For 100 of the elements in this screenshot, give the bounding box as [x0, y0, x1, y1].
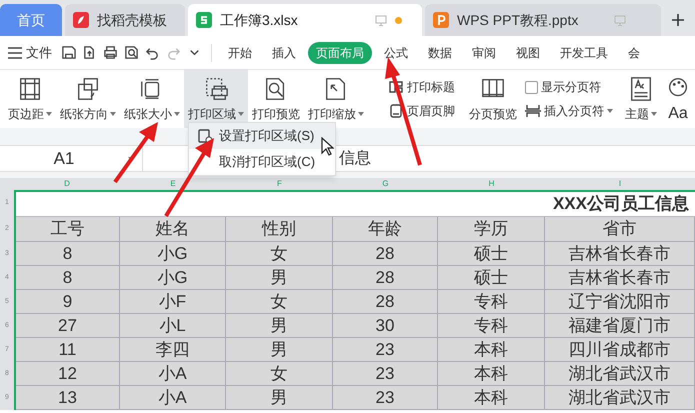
table-cell: 女 [226, 242, 333, 265]
caret-icon [358, 112, 364, 116]
table-cell: 吉林省长春市 [545, 242, 695, 265]
table-cell: 11 [16, 338, 120, 361]
table-cell: 男 [226, 266, 333, 289]
presentation-icon [433, 12, 449, 28]
menu-tab[interactable]: 开始 [220, 42, 260, 64]
monitor-icon [375, 14, 387, 26]
table-cell: 23 [333, 362, 438, 385]
print-preview-icon[interactable] [124, 45, 139, 60]
table-cell: 小A [120, 386, 226, 409]
ribbon-button[interactable]: 页眉页脚 [388, 102, 455, 120]
table-cell: 27 [16, 314, 120, 337]
column-heading: 姓名 [120, 217, 226, 241]
table-cell: 湖北省武汉市 [545, 362, 695, 385]
table-cell: 小L [120, 314, 226, 337]
table-cell: 本科 [438, 338, 545, 361]
table-cell: 8 [16, 266, 120, 289]
page-break-icon [525, 103, 541, 119]
table-cell: 12 [16, 362, 120, 385]
caret-icon [174, 112, 180, 116]
column-heading: 年龄 [333, 217, 438, 241]
spreadsheet-icon [196, 12, 212, 28]
table-cell: 23 [333, 338, 438, 361]
table-cell: 福建省厦门市 [545, 314, 695, 337]
caret-icon [46, 112, 52, 116]
ribbon-button[interactable]: 纸张大小 [120, 70, 184, 128]
file-menu[interactable]: 文件 [8, 42, 52, 62]
table-cell: 硕士 [438, 266, 545, 289]
print-icon[interactable] [103, 45, 118, 60]
monitor-icon [614, 14, 626, 26]
ribbon-button[interactable]: 打印标题 [388, 78, 455, 96]
ribbon-button[interactable]: 插入分页符 [525, 102, 613, 120]
menu-tab[interactable]: 插入 [264, 42, 304, 64]
table-cell: 男 [226, 386, 333, 409]
ribbon-button[interactable]: Aa [661, 70, 695, 128]
caret-icon [651, 112, 657, 116]
ribbon-button[interactable]: 主题 [621, 70, 661, 128]
table-cell: 8 [16, 242, 120, 265]
table-cell: 28 [333, 266, 438, 289]
header-footer-icon [388, 103, 404, 119]
column-heading: 性别 [226, 217, 333, 241]
column-heading: 工号 [16, 217, 120, 241]
menu-tab[interactable]: 公式 [376, 42, 416, 64]
table-cell: 男 [226, 338, 333, 361]
table-cell: 男 [226, 314, 333, 337]
column-heading: 学历 [438, 217, 545, 241]
print-area-icon [203, 76, 229, 102]
caret-icon [238, 112, 244, 116]
table-cell: 小A [120, 362, 226, 385]
name-box[interactable]: A1 [0, 146, 128, 172]
margins-icon [17, 76, 43, 102]
menu-tab[interactable]: 数据 [420, 42, 460, 64]
formula-text: 信息 [339, 148, 371, 168]
column-heading: 省市 [545, 217, 695, 241]
table-cell: 28 [333, 290, 438, 313]
checkbox[interactable]: 显示分页符 [525, 78, 613, 96]
table-cell: 四川省成都市 [545, 338, 695, 361]
sheet-title: XXX公司员工信息 [552, 193, 689, 216]
tab[interactable]: WPS PPT教程.pptx [425, 4, 661, 36]
plus-icon [672, 14, 684, 26]
menu-tab[interactable]: 审阅 [464, 42, 504, 64]
table-cell: 女 [226, 362, 333, 385]
annotation-arrow [113, 122, 158, 184]
table-cell: 23 [333, 386, 438, 409]
ribbon-button[interactable]: 分页预览 [465, 70, 521, 128]
menu-tab[interactable]: 视图 [508, 42, 548, 64]
table-cell: 吉林省长春市 [545, 266, 695, 289]
caret-icon [110, 112, 116, 116]
menu-item[interactable]: 设置打印区域(S) [189, 123, 335, 149]
ribbon-button[interactable]: 页边距 [4, 70, 56, 128]
menu-item[interactable]: 取消打印区域(C) [189, 149, 335, 175]
table-cell: 专科 [438, 314, 545, 337]
ribbon-button[interactable]: 纸张方向 [56, 70, 120, 128]
table-cell: 小F [120, 290, 226, 313]
table-cell: 湖北省武汉市 [545, 386, 695, 409]
table-cell: 女 [226, 290, 333, 313]
table-cell: 30 [333, 314, 438, 337]
tab[interactable]: 找稻壳模板 [65, 4, 185, 36]
caret-icon [607, 109, 613, 113]
print-titles-icon [388, 79, 404, 95]
table-cell: 辽宁省沈阳市 [545, 290, 695, 313]
tab[interactable]: 工作簿3.xlsx [188, 4, 422, 36]
ribbon-button[interactable]: 打印区域 [184, 70, 248, 128]
table-cell: 小G [120, 242, 226, 265]
theme-icon [628, 76, 654, 102]
app-logo-icon [73, 12, 89, 28]
menu-tab[interactable]: 会 [620, 42, 648, 64]
save-icon[interactable] [61, 45, 76, 60]
table-cell: 专科 [438, 290, 545, 313]
menu-icon [8, 46, 22, 58]
menu-tab[interactable]: 开发工具 [552, 42, 616, 64]
table-cell: 小G [120, 266, 226, 289]
export-icon[interactable] [82, 45, 97, 60]
table-cell: 28 [333, 242, 438, 265]
table-cell: 硕士 [438, 242, 545, 265]
table-cell: 李四 [120, 338, 226, 361]
table-cell: 9 [16, 290, 120, 313]
table-cell: 13 [16, 386, 120, 409]
orientation-icon [75, 76, 101, 102]
